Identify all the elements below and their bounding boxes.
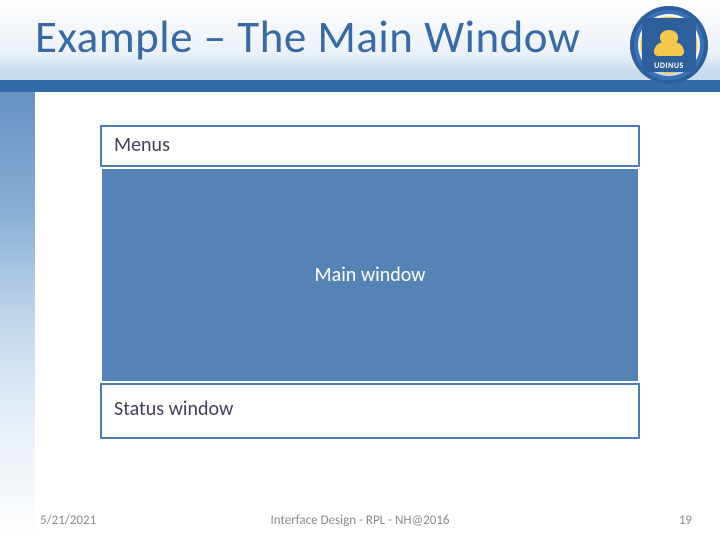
slide-title: Example – The Main Window	[35, 10, 580, 65]
title-underline	[0, 80, 720, 92]
logo-figure-body-icon	[654, 42, 684, 56]
logo-brand-text: UDINUS	[654, 61, 684, 71]
footer-date: 5/21/2021	[40, 513, 96, 528]
menus-region: Menus	[100, 125, 640, 167]
window-layout-diagram: Menus Main window Status window	[90, 115, 650, 455]
status-window-region: Status window	[100, 383, 640, 439]
footer-source: Interface Design - RPL - NH@2016	[271, 513, 450, 528]
title-underline-cap	[0, 80, 40, 92]
menus-label: Menus	[114, 133, 170, 157]
footer-page-number: 19	[679, 513, 692, 528]
logo-inner-shield: UDINUS	[642, 18, 696, 72]
slide-footer: 5/21/2021 Interface Design - RPL - NH@20…	[0, 500, 720, 540]
diagram-inner: Menus Main window Status window	[100, 125, 640, 445]
status-window-label: Status window	[114, 397, 233, 421]
main-window-label: Main window	[315, 263, 426, 287]
main-window-region: Main window	[100, 167, 640, 383]
university-logo: UDINUS	[630, 6, 708, 84]
